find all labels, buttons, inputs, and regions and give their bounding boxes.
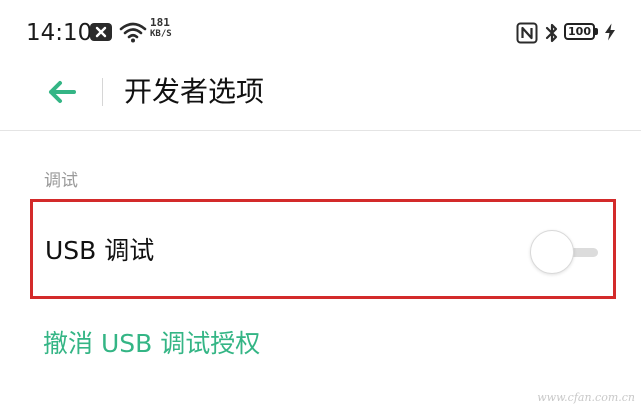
revoke-usb-debugging-authorizations-link[interactable]: 撤消 USB 调试授权 <box>43 326 260 362</box>
network-speed: 181 KB/S <box>150 17 184 40</box>
section-label-debugging: 调试 <box>44 171 78 191</box>
usb-debugging-row[interactable]: USB 调试 <box>30 199 616 299</box>
battery-level: 100 <box>568 25 591 38</box>
notification-close-icon <box>90 23 112 41</box>
status-time: 14:10 <box>26 20 93 46</box>
wifi-icon <box>119 22 147 43</box>
status-bar: 14:10 181 KB/S 100 <box>0 0 641 62</box>
header-divider <box>102 78 103 106</box>
network-speed-unit: KB/S <box>150 29 172 39</box>
back-button[interactable] <box>36 70 88 114</box>
usb-debugging-toggle[interactable] <box>530 230 602 274</box>
usb-debugging-label: USB 调试 <box>45 236 155 265</box>
battery-icon: 100 <box>564 23 600 41</box>
page-header: 开发者选项 <box>0 62 641 130</box>
arrow-left-icon <box>49 81 76 103</box>
charging-icon <box>605 23 615 41</box>
header-divider-line <box>0 130 641 131</box>
page-title: 开发者选项 <box>124 75 265 108</box>
toggle-knob <box>530 230 574 274</box>
network-speed-value: 181 <box>150 16 170 29</box>
watermark: www.cfan.com.cn <box>537 391 635 404</box>
bluetooth-icon <box>545 23 558 43</box>
nfc-icon <box>516 22 538 44</box>
